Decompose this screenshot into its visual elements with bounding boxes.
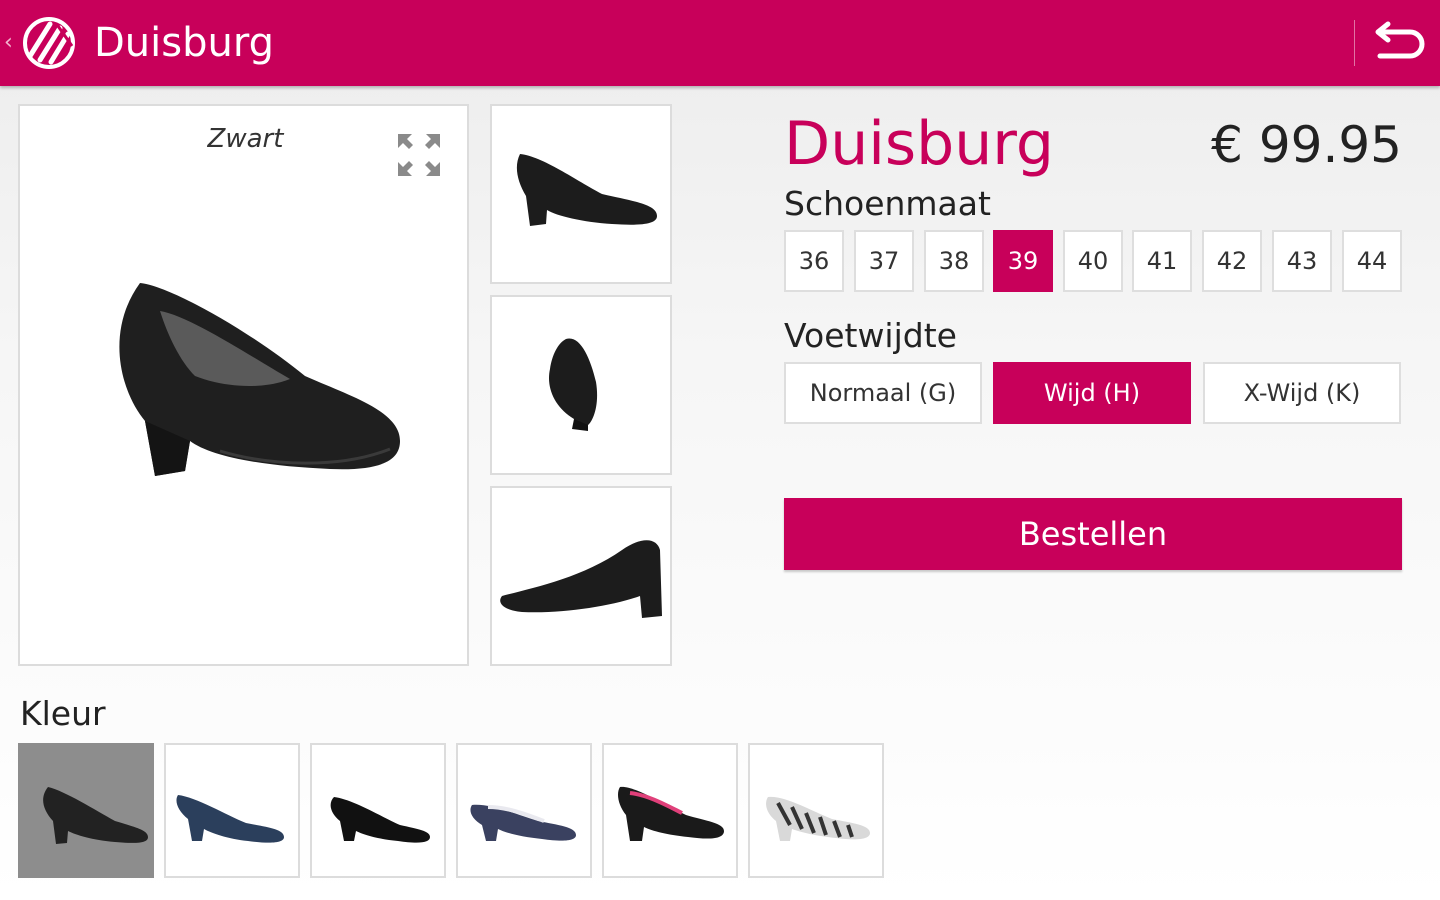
size-option-42[interactable]: 42 xyxy=(1202,230,1262,292)
main-product-image[interactable]: Zwart xyxy=(18,104,469,666)
color-swatch-navy[interactable] xyxy=(456,743,592,878)
thumbnail-back-view[interactable] xyxy=(490,295,672,475)
size-option-38[interactable]: 38 xyxy=(924,230,984,292)
color-label: Kleur xyxy=(20,694,106,733)
width-option-wijd[interactable]: Wijd (H) xyxy=(993,362,1191,424)
color-swatch-black[interactable] xyxy=(18,743,154,878)
width-option-normaal[interactable]: Normaal (G) xyxy=(784,362,982,424)
size-option-44[interactable]: 44 xyxy=(1342,230,1402,292)
color-swatch-zebra[interactable] xyxy=(748,743,884,878)
width-label: Voetwijdte xyxy=(784,316,957,355)
shoe-swatch-2 xyxy=(176,795,284,843)
size-option-40[interactable]: 40 xyxy=(1063,230,1123,292)
product-price: € 99.95 xyxy=(1211,116,1402,174)
shoe-swatch-3 xyxy=(330,797,430,843)
thumbnail-inner-view[interactable] xyxy=(490,486,672,666)
topbar-divider xyxy=(1354,20,1355,66)
color-swatch-patent-black[interactable] xyxy=(602,743,738,878)
product-name: Duisburg xyxy=(784,109,1054,179)
thumbnail-side-view[interactable] xyxy=(490,104,672,284)
shoe-swatch-4 xyxy=(470,804,576,841)
color-swatch-black-suede[interactable] xyxy=(310,743,446,878)
size-option-41[interactable]: 41 xyxy=(1132,230,1192,292)
shoe-swatch-5 xyxy=(618,786,724,841)
top-app-bar: ‹ Duisburg xyxy=(0,0,1440,86)
size-option-36[interactable]: 36 xyxy=(784,230,844,292)
brand-logo-icon[interactable] xyxy=(20,16,78,70)
shoe-thumbnail-3 xyxy=(500,540,662,618)
width-option-x-wijd[interactable]: X-Wijd (K) xyxy=(1203,362,1401,424)
size-option-43[interactable]: 43 xyxy=(1272,230,1332,292)
shoe-thumbnail-2 xyxy=(549,338,598,431)
color-swatch-blue[interactable] xyxy=(164,743,300,878)
size-label: Schoenmaat xyxy=(784,184,991,223)
app-title: Duisburg xyxy=(94,20,274,66)
shoe-thumbnail-1 xyxy=(516,154,657,226)
order-button[interactable]: Bestellen xyxy=(784,498,1402,570)
back-chevron-icon[interactable]: ‹ xyxy=(4,32,13,54)
size-option-39[interactable]: 39 xyxy=(993,230,1053,292)
shoe-swatch-6 xyxy=(766,796,870,841)
shoe-swatch-1 xyxy=(43,787,148,844)
expand-icon[interactable] xyxy=(396,132,442,178)
shoe-main-image xyxy=(119,283,400,476)
undo-icon[interactable] xyxy=(1370,20,1426,66)
size-option-37[interactable]: 37 xyxy=(854,230,914,292)
